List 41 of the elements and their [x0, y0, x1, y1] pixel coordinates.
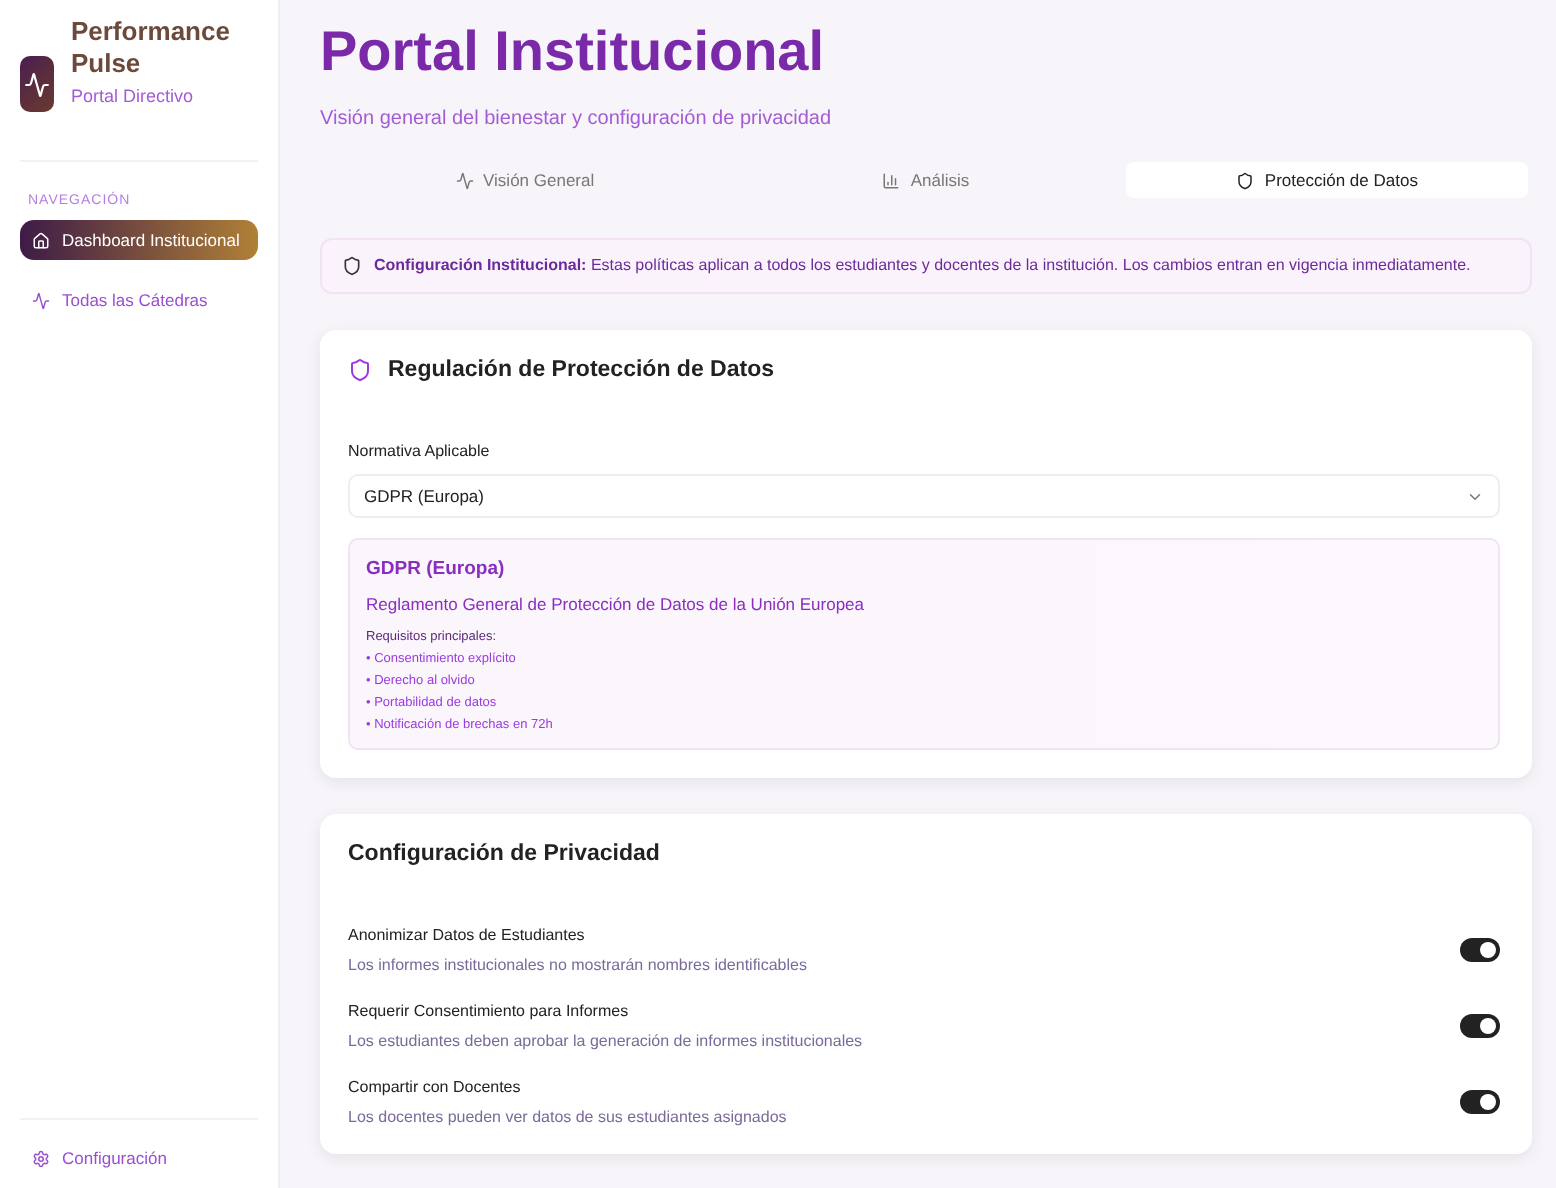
- shield-icon: [348, 358, 372, 383]
- bar-chart-icon: [882, 171, 901, 189]
- toggle-switch[interactable]: [1460, 938, 1500, 963]
- setting-label: Compartir con Docentes: [348, 1078, 523, 1097]
- regulation-select[interactable]: GDPR (Europa): [348, 474, 1500, 519]
- tab[interactable]: Protección de Datos: [1126, 162, 1529, 198]
- tab-label: Protección de Datos: [1264, 170, 1418, 190]
- tab[interactable]: Análisis: [725, 162, 1127, 198]
- setting-description: Los estudiantes deben aprobar la generación de informes institucionales: [348, 1032, 863, 1051]
- page-subtitle: Visión general del bienestar y configuración de privacidad: [320, 108, 834, 130]
- setting-description: Los informes institucionales no mostrarán nombres identificables: [348, 956, 807, 975]
- field-label: Normativa Aplicable: [348, 442, 492, 461]
- toggle-switch[interactable]: [1460, 1090, 1500, 1115]
- tab-label: Visión General: [483, 170, 595, 190]
- nav-item[interactable]: Dashboard Institucional: [20, 220, 258, 260]
- settings-link[interactable]: Configuración: [20, 1118, 258, 1168]
- nav-item-label: Dashboard Institucional: [62, 230, 240, 250]
- setting-label: Requerir Consentimiento para Informes: [348, 1002, 631, 1021]
- card-title: Configuración de Privacidad: [348, 842, 660, 867]
- pulse-icon: [455, 171, 474, 189]
- card-title: Regulación de Protección de Datos: [388, 358, 774, 383]
- nav-item-label: Todas las Cátedras: [62, 290, 208, 310]
- settings-icon: [32, 1149, 50, 1167]
- settings-label: Configuración: [62, 1148, 167, 1168]
- tab-label: Análisis: [910, 170, 970, 190]
- info-description: Reglamento General de Protección de Datos de la Unión Europea: [366, 594, 867, 615]
- toggle-switch[interactable]: [1460, 1014, 1500, 1039]
- shield-icon: [1236, 171, 1255, 189]
- info-title: GDPR (Europa): [366, 558, 507, 581]
- app-subtitle: Portal Directivo: [70, 85, 195, 105]
- page-title: Portal Institucional: [320, 20, 827, 84]
- logo-icon: [20, 56, 55, 112]
- shield-icon: [342, 256, 362, 277]
- pulse-icon: [32, 291, 50, 309]
- setting-description: Los docentes pueden ver datos de sus estudiantes asignados: [348, 1108, 787, 1127]
- nav-item[interactable]: Todas las Cátedras: [20, 280, 258, 320]
- banner-text: Configuración Institucional: Estas políticas aplican a todos los estudiantes y docentes de la institución. Los cambios entran en vigencia inmediatamente.: [374, 256, 1471, 277]
- setting-label: Anonimizar Datos de Estudiantes: [348, 926, 587, 945]
- tab[interactable]: Visión General: [324, 162, 726, 198]
- home-icon: [32, 231, 50, 249]
- app-name: Performance Pulse: [70, 16, 232, 81]
